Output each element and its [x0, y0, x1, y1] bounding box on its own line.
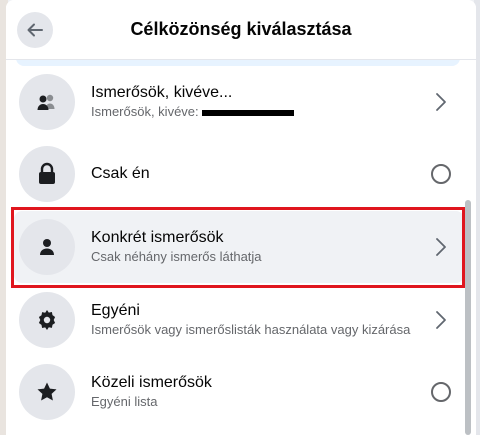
star-icon: [37, 382, 57, 401]
back-button[interactable]: [17, 12, 53, 48]
friends-except-icon: [37, 94, 55, 110]
option-label: Csak én: [91, 165, 150, 182]
option-icon-circle: [19, 219, 75, 275]
option-friends-except[interactable]: Ismerősök, kivéve... Ismerősök, kivéve:: [14, 66, 464, 138]
option-close-friends[interactable]: Közeli ismerősök Egyéni lista: [14, 356, 464, 428]
dialog-header: Célközönség kiválasztása: [6, 0, 476, 60]
option-icon-circle: [19, 364, 75, 420]
chevron-right-icon: [436, 238, 446, 256]
option-label: Közeli ismerősök: [91, 374, 212, 391]
option-label: Ismerősök, kivéve...: [91, 84, 233, 101]
redacted-bar: [201, 109, 294, 116]
radio-button[interactable]: [431, 164, 451, 184]
scrollbar[interactable]: [465, 200, 471, 435]
option-specific-friends[interactable]: Konkrét ismerősök Csak néhány ismerős lá…: [14, 211, 464, 283]
option-sublabel: Ismerősök vagy ismerőslisták használata …: [91, 322, 411, 337]
option-custom[interactable]: Egyéni Ismerősök vagy ismerőslisták hasz…: [14, 284, 464, 356]
option-label: Konkrét ismerősök: [91, 229, 224, 246]
dialog-title: Célközönség kiválasztása: [130, 19, 352, 39]
option-icon-circle: [19, 74, 75, 130]
option-only-me[interactable]: Csak én: [14, 138, 464, 210]
person-icon: [40, 239, 54, 255]
arrow-left-icon: [27, 23, 43, 37]
option-label: Egyéni: [91, 302, 140, 319]
gear-icon: [38, 310, 56, 330]
option-sublabel: Ismerősök, kivéve:: [91, 103, 426, 121]
option-icon-circle: [19, 292, 75, 348]
chevron-right-icon: [436, 93, 446, 111]
audience-dialog: Célközönség kiválasztása Ismerősök, kivé…: [6, 0, 476, 435]
option-icon-circle: [19, 146, 75, 202]
radio-button[interactable]: [431, 382, 451, 402]
option-sublabel: Egyéni lista: [91, 394, 158, 409]
option-sublabel: Csak néhány ismerős láthatja: [91, 249, 262, 264]
lock-icon: [39, 162, 55, 184]
chevron-right-icon: [436, 311, 446, 329]
